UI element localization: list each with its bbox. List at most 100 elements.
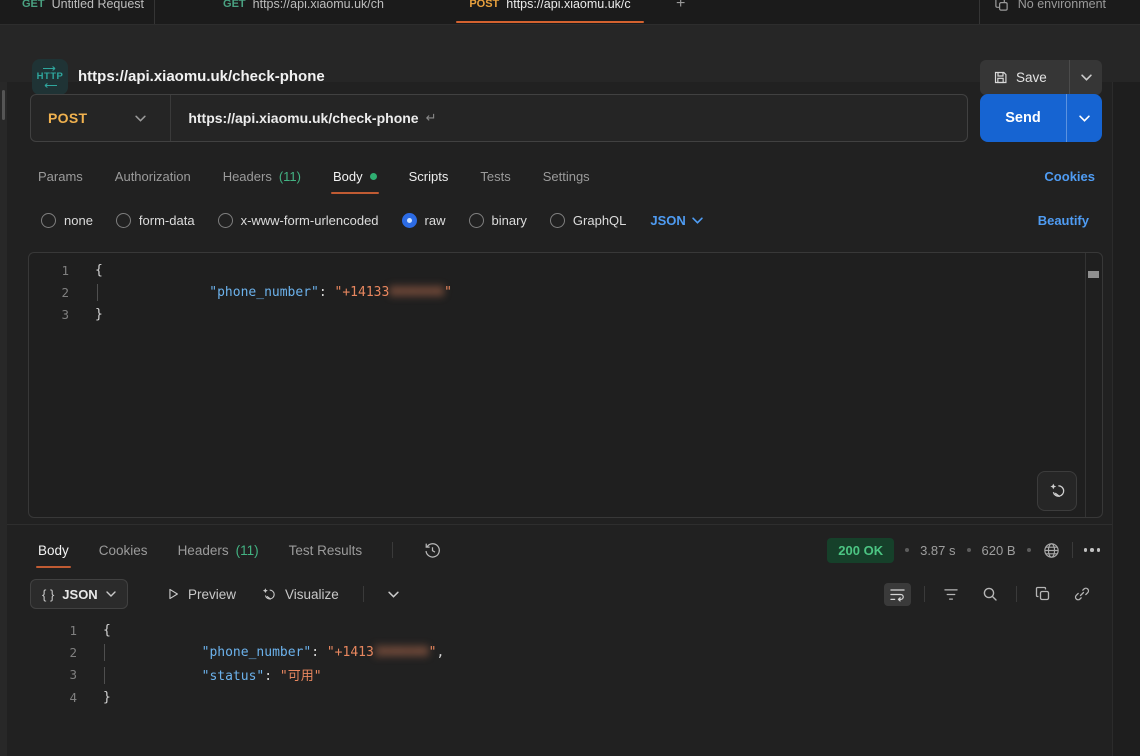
tab-title: https://api.xiaomu.uk/c (506, 0, 630, 11)
response-body-viewer: 1 { 2 "phone_number": "+14133000000", 3 … (0, 619, 1110, 709)
history-icon[interactable] (423, 541, 442, 560)
chevron-down-icon (1079, 115, 1090, 122)
environment-label: No environment (1018, 0, 1106, 11)
method-selector[interactable]: POST (48, 110, 87, 126)
environment-selector[interactable]: No environment (994, 0, 1106, 12)
headers-count: (11) (279, 169, 301, 184)
request-tab-untitled[interactable]: GET Untitled Request (12, 0, 154, 24)
more-actions-icon[interactable] (1084, 548, 1101, 552)
response-tabs: Body Cookies Headers (11) Test Results (38, 532, 442, 568)
response-size: 620 B (982, 543, 1016, 558)
url-input[interactable]: https://api.xiaomu.uk/check-phone (188, 110, 418, 126)
request-header: HTTP https://api.xiaomu.uk/check-phone S… (0, 25, 1140, 82)
response-format-dropdown[interactable]: { } JSON (30, 579, 128, 609)
send-options-caret[interactable] (1067, 115, 1102, 122)
tab-params[interactable]: Params (38, 158, 83, 194)
scrollbar-thumb[interactable] (1088, 271, 1099, 278)
radio-icon (41, 213, 56, 228)
method-badge-post: POST (469, 0, 499, 10)
new-tab-button[interactable]: + (676, 0, 685, 24)
status-badge: 200 OK (827, 538, 894, 563)
response-tab-headers[interactable]: Headers (11) (178, 532, 259, 568)
radio-urlencoded[interactable]: x-www-form-urlencoded (218, 213, 379, 228)
editor-scrollbar[interactable] (1085, 253, 1102, 517)
save-button[interactable]: Save (980, 60, 1102, 95)
braces-icon: { } (42, 587, 54, 602)
response-tab-cookies[interactable]: Cookies (99, 532, 148, 568)
raw-format-dropdown[interactable]: JSON (650, 213, 702, 228)
radio-graphql[interactable]: GraphQL (550, 213, 626, 228)
search-icon (982, 586, 998, 602)
chevron-down-icon (1081, 74, 1092, 81)
code-line: 2 "phone_number": "+141330000000" (29, 281, 1085, 303)
response-divider (0, 524, 1140, 525)
copy-button[interactable] (1030, 582, 1056, 606)
save-icon (993, 70, 1008, 85)
copy-icon (1035, 586, 1051, 602)
modified-dot-icon (370, 173, 377, 180)
tab-authorization[interactable]: Authorization (115, 158, 191, 194)
postbot-button[interactable] (1037, 471, 1077, 511)
save-options-caret[interactable] (1070, 74, 1102, 81)
tab-body[interactable]: Body (333, 158, 377, 194)
globe-icon[interactable] (1042, 541, 1061, 560)
sidebar-drag-handle[interactable] (2, 90, 5, 120)
url-bar-divider (170, 95, 171, 141)
divider (924, 586, 925, 602)
tab-settings[interactable]: Settings (543, 158, 590, 194)
tab-tests[interactable]: Tests (480, 158, 510, 194)
tab-scripts[interactable]: Scripts (409, 158, 449, 194)
search-button[interactable] (977, 582, 1003, 606)
radio-form-data[interactable]: form-data (116, 213, 195, 228)
method-badge-get: GET (22, 0, 45, 10)
save-label: Save (1016, 70, 1047, 85)
radio-none[interactable]: none (41, 213, 93, 228)
tab-headers[interactable]: Headers (11) (223, 158, 301, 194)
request-tab-active[interactable]: POST https://api.xiaomu.uk/c (452, 0, 648, 24)
preview-button[interactable]: Preview (166, 587, 236, 602)
request-body-editor[interactable]: 1 { 2 "phone_number": "+141330000000" 3 … (28, 252, 1103, 518)
radio-icon (550, 213, 565, 228)
window-scrollbar-gutter[interactable] (1112, 82, 1140, 756)
visualize-button[interactable]: Visualize (260, 586, 339, 603)
redacted-phone-digits: 0000000 (389, 285, 444, 300)
dot-separator (1027, 548, 1031, 552)
tab-title: https://api.xiaomu.uk/ch (253, 0, 384, 11)
divider (1016, 586, 1017, 602)
response-tab-body[interactable]: Body (38, 532, 69, 568)
chevron-down-icon (106, 591, 116, 597)
code-line: 3 } (29, 304, 1085, 326)
radio-binary[interactable]: binary (469, 213, 527, 228)
response-action-icons (884, 579, 1095, 609)
word-wrap-button[interactable] (884, 583, 911, 606)
response-time: 3.87 s (920, 543, 955, 558)
response-tab-test-results[interactable]: Test Results (289, 532, 363, 568)
dot-separator (967, 548, 971, 552)
radio-icon (218, 213, 233, 228)
divider (363, 586, 364, 602)
environment-icon (994, 0, 1009, 12)
send-button[interactable]: Send (980, 94, 1102, 142)
divider (392, 542, 393, 558)
tab-title: Untitled Request (52, 0, 144, 11)
redacted-phone-digits: 3000000 (374, 645, 429, 660)
radio-icon (116, 213, 131, 228)
method-selector-caret[interactable] (135, 115, 146, 122)
response-meta: 200 OK 3.87 s 620 B (827, 532, 1100, 568)
radio-selected-icon (402, 213, 417, 228)
body-mode-row: none form-data x-www-form-urlencoded raw… (41, 206, 703, 234)
request-tab-2[interactable]: GET https://api.xiaomu.uk/ch (155, 0, 452, 24)
beautify-link[interactable]: Beautify (1038, 206, 1089, 234)
filter-button[interactable] (938, 584, 964, 605)
radio-raw[interactable]: raw (402, 213, 446, 228)
cookies-link[interactable]: Cookies (1044, 158, 1095, 194)
postbot-sparkle-icon (1047, 481, 1067, 501)
more-views-caret[interactable] (388, 591, 399, 598)
link-button[interactable] (1069, 582, 1095, 606)
sidebar-collapsed-rail[interactable] (0, 82, 7, 756)
app-window: GET Untitled Request GET https://api.xia… (0, 0, 1140, 756)
response-headers-count: (11) (236, 543, 259, 558)
divider (1072, 542, 1073, 558)
http-protocol-icon: HTTP (32, 59, 68, 95)
method-badge-get: GET (223, 0, 246, 10)
